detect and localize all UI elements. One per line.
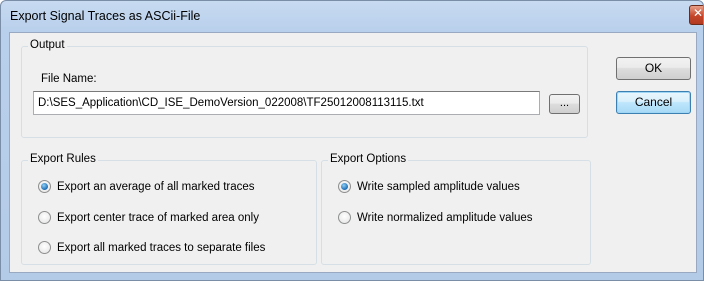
- radio-export-center-trace[interactable]: Export center trace of marked area only: [38, 211, 259, 224]
- radio-button-checked[interactable]: [338, 180, 351, 193]
- export-rules-group: Export Rules Export an average of all ma…: [21, 153, 317, 265]
- radio-label: Write normalized amplitude values: [357, 211, 533, 224]
- export-options-caption: Export Options: [328, 153, 409, 165]
- file-name-label: File Name:: [41, 73, 97, 85]
- ok-button[interactable]: OK: [616, 57, 691, 80]
- radio-export-separate-files[interactable]: Export all marked traces to separate fil…: [38, 241, 265, 254]
- file-name-field[interactable]: D:\SES_Application\CD_ISE_DemoVersion_02…: [33, 91, 540, 115]
- output-group-caption: Output: [28, 39, 67, 51]
- dialog-client-area: Output File Name: D:\SES_Application\CD_…: [9, 32, 697, 273]
- radio-label: Export all marked traces to separate fil…: [57, 241, 266, 254]
- browse-button[interactable]: ...: [549, 94, 580, 114]
- radio-write-normalized[interactable]: Write normalized amplitude values: [338, 211, 533, 224]
- close-icon: ✕: [693, 6, 704, 20]
- title-bar[interactable]: Export Signal Traces as ASCii-File ✕: [1, 1, 703, 33]
- export-rules-caption: Export Rules: [28, 153, 98, 165]
- export-options-group: Export Options Write sampled amplitude v…: [321, 153, 591, 265]
- cancel-button-label: Cancel: [634, 95, 673, 109]
- radio-button[interactable]: [38, 241, 51, 254]
- window-title: Export Signal Traces as ASCii-File: [10, 9, 201, 23]
- ok-button-label: OK: [644, 61, 663, 75]
- radio-button[interactable]: [338, 211, 351, 224]
- radio-button-checked[interactable]: [38, 180, 51, 193]
- radio-export-average[interactable]: Export an average of all marked traces: [38, 180, 255, 193]
- radio-write-sampled[interactable]: Write sampled amplitude values: [338, 180, 520, 193]
- output-group: Output File Name: D:\SES_Application\CD_…: [21, 39, 588, 138]
- close-button[interactable]: ✕: [689, 5, 704, 25]
- radio-label: Write sampled amplitude values: [357, 180, 520, 193]
- cancel-button[interactable]: Cancel: [616, 91, 691, 114]
- browse-button-label: ...: [559, 97, 570, 109]
- radio-label: Export center trace of marked area only: [57, 211, 259, 224]
- radio-label: Export an average of all marked traces: [57, 180, 255, 193]
- radio-button[interactable]: [38, 211, 51, 224]
- export-dialog-window: Export Signal Traces as ASCii-File ✕ Out…: [0, 0, 704, 281]
